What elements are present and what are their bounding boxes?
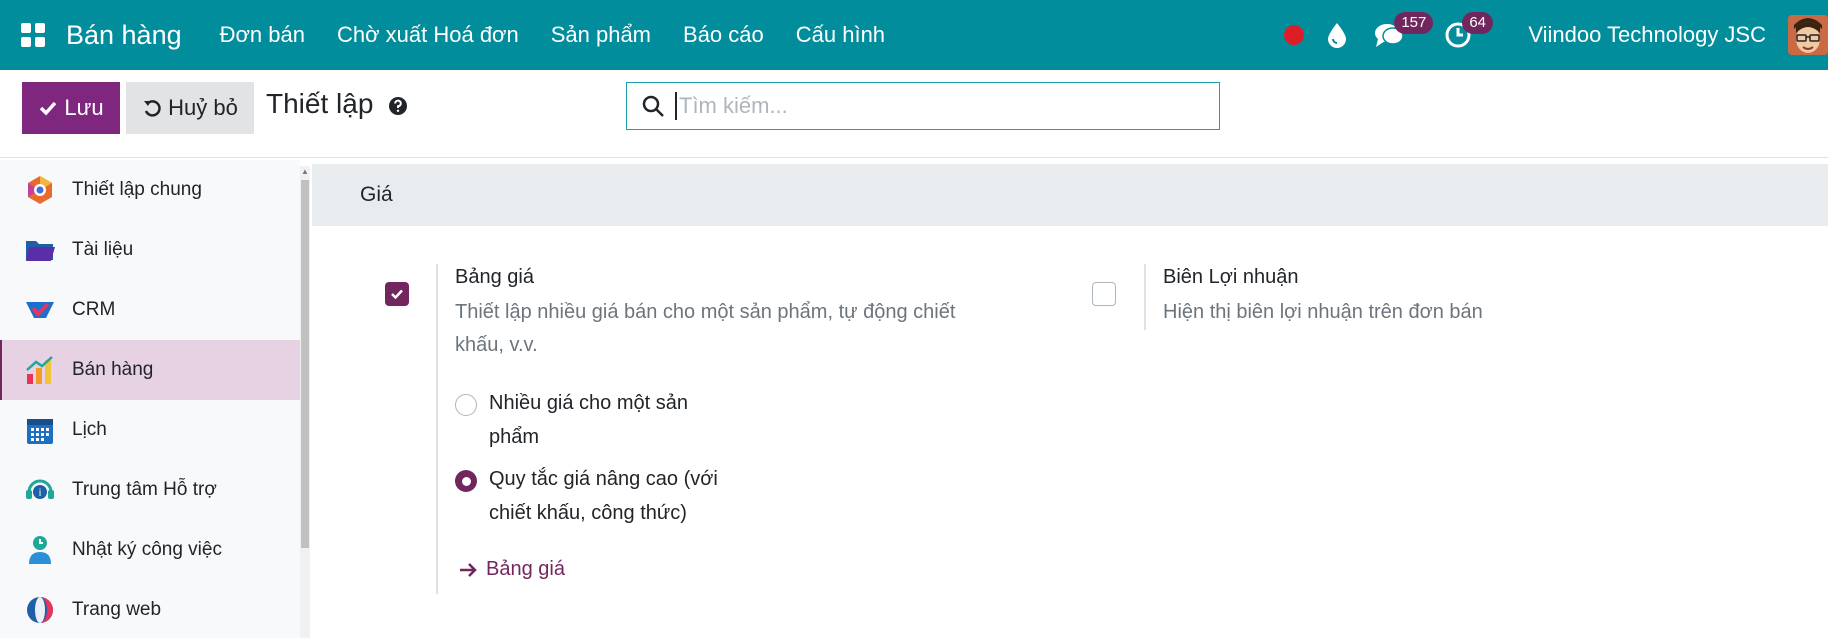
- margins-description: Hiện thị biên lợi nhuận trên đơn bán: [1163, 301, 1483, 323]
- sidebar-item-label: Lịch: [72, 419, 107, 440]
- pricelist-divider: [436, 264, 438, 594]
- arrow-right-icon: [460, 562, 477, 577]
- apps-menu-icon[interactable]: [0, 0, 66, 70]
- sidebar-item-label: Trung tâm Hỗ trợ: [72, 479, 217, 500]
- radio-multiple-prices[interactable]: [455, 394, 477, 416]
- water-drop-icon: [1328, 23, 1347, 48]
- crm-icon: [24, 294, 56, 326]
- menu-configuration[interactable]: Cấu hình: [780, 0, 901, 70]
- record-button[interactable]: [1284, 0, 1326, 70]
- pricelist-description-line1: Thiết lập nhiều giá bán cho một sản phẩm…: [455, 301, 956, 323]
- main-menu: Đơn bán Chờ xuất Hoá đơn Sản phẩm Báo cá…: [204, 0, 901, 70]
- scroll-up-arrow-icon[interactable]: ▲: [300, 166, 310, 178]
- radio-multiple-prices-label-line2[interactable]: phẩm: [489, 420, 539, 454]
- sidebar-item-website[interactable]: Trang web: [0, 580, 300, 638]
- sidebar-item-label: Trang web: [72, 599, 162, 620]
- sidebar-item-helpdesk[interactable]: i Trung tâm Hỗ trợ: [0, 460, 300, 520]
- radio-dot: [461, 476, 471, 486]
- sidebar-item-label: Thiết lập chung: [72, 179, 202, 200]
- sidebar-item-label: Bán hàng: [72, 359, 154, 380]
- search-box[interactable]: [626, 82, 1220, 130]
- activities-badge: 64: [1462, 12, 1493, 34]
- settings-main: Giá Bảng giá Thiết lập nhiều giá bán cho…: [312, 164, 1828, 638]
- margins-checkbox[interactable]: [1092, 282, 1116, 306]
- checkmark-icon: [391, 289, 403, 300]
- discard-button[interactable]: Huỷ bỏ: [126, 82, 254, 134]
- sidebar-item-general-settings[interactable]: Thiết lập chung: [0, 160, 300, 220]
- user-avatar[interactable]: [1788, 15, 1828, 55]
- section-title-text: Giá: [360, 183, 393, 206]
- activities-button[interactable]: 64: [1444, 0, 1528, 70]
- pricelist-checkbox[interactable]: [385, 282, 409, 306]
- settings-sidebar: Thiết lập chung Tài liệu CRM Bán hàng Lị…: [0, 160, 300, 638]
- pricelists-link[interactable]: Bảng giá: [458, 558, 565, 581]
- menu-to-invoice[interactable]: Chờ xuất Hoá đơn: [321, 0, 535, 70]
- discard-label: Huỷ bỏ: [168, 95, 238, 120]
- pricelists-link-label[interactable]: Bảng giá: [486, 558, 565, 581]
- calendar-icon: [24, 414, 56, 446]
- page-title: Thiết lập: [266, 88, 374, 119]
- general-settings-icon: [24, 174, 56, 206]
- sidebar-item-documents[interactable]: Tài liệu: [0, 220, 300, 280]
- app-brand[interactable]: Bán hàng: [66, 20, 182, 51]
- radio-advanced-rules-label-line1[interactable]: Quy tắc giá nâng cao (với: [489, 462, 718, 496]
- margins-divider: [1144, 264, 1146, 330]
- radio-multiple-prices-label-line1[interactable]: Nhiều giá cho một sản: [489, 386, 688, 420]
- pricelist-description-line2: khấu, v.v.: [455, 334, 538, 356]
- undo-icon: [144, 100, 161, 117]
- company-switcher[interactable]: Viindoo Technology JSC: [1528, 22, 1766, 48]
- website-icon: [24, 594, 56, 626]
- sidebar-item-sales[interactable]: Bán hàng: [0, 340, 300, 400]
- section-title: Giá: [312, 164, 1828, 226]
- top-navbar: Bán hàng Đơn bán Chờ xuất Hoá đơn Sản ph…: [0, 0, 1828, 70]
- systray: 157 64 Viindoo Technology JSC: [1284, 0, 1828, 70]
- messages-button[interactable]: 157: [1374, 0, 1444, 70]
- margins-title: Biên Lợi nhuận: [1163, 266, 1299, 288]
- menu-products[interactable]: Sản phẩm: [535, 0, 667, 70]
- check-icon: [40, 101, 57, 116]
- radio-advanced-rules-label-line2[interactable]: chiết khấu, công thức): [489, 496, 687, 530]
- sidebar-item-crm[interactable]: CRM: [0, 280, 300, 340]
- timesheet-icon: [24, 534, 56, 566]
- theme-button[interactable]: [1326, 0, 1374, 70]
- sidebar-item-label: Nhật ký công việc: [72, 539, 222, 560]
- save-label: Lưu: [64, 95, 104, 120]
- scroll-thumb[interactable]: [301, 180, 309, 548]
- sidebar-item-calendar[interactable]: Lịch: [0, 400, 300, 460]
- sales-chart-icon: [24, 354, 56, 386]
- record-icon: [1284, 25, 1305, 45]
- svg-text:i: i: [39, 488, 42, 499]
- pricelist-title: Bảng giá: [455, 266, 534, 288]
- sidebar-item-label: Tài liệu: [72, 239, 134, 260]
- save-button[interactable]: Lưu: [22, 82, 120, 134]
- messages-badge: 157: [1394, 12, 1434, 34]
- sidebar-item-timesheets[interactable]: Nhật ký công việc: [0, 520, 300, 580]
- help-icon[interactable]: [388, 96, 408, 116]
- search-icon: [642, 95, 664, 117]
- sidebar-scrollbar[interactable]: ▲: [300, 166, 310, 638]
- helpdesk-icon: i: [24, 474, 56, 506]
- radio-advanced-rules[interactable]: [455, 470, 477, 492]
- sidebar-item-label: CRM: [72, 299, 116, 320]
- control-panel: Lưu Huỷ bỏ Thiết lập: [0, 70, 1828, 158]
- menu-orders[interactable]: Đơn bán: [204, 0, 321, 70]
- menu-reporting[interactable]: Báo cáo: [667, 0, 780, 70]
- search-input[interactable]: [675, 92, 1195, 120]
- folder-icon: [24, 234, 56, 266]
